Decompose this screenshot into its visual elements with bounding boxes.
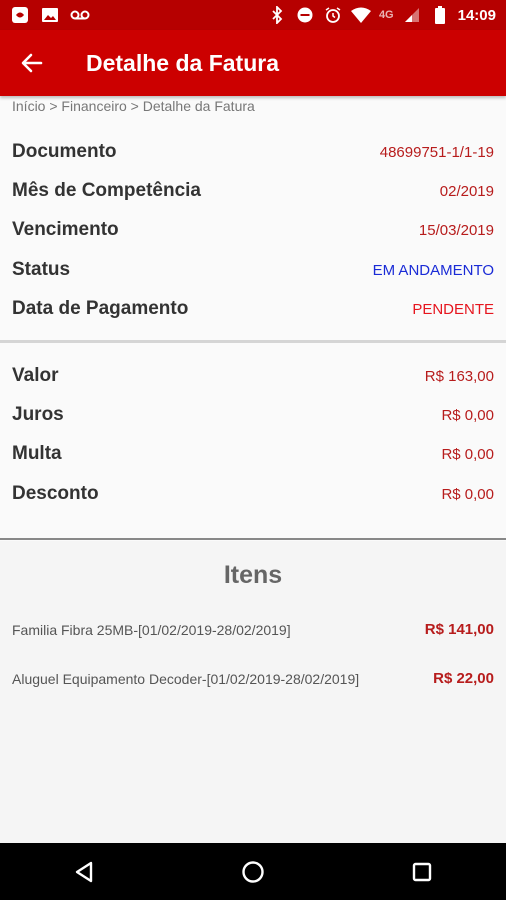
breadcrumb: Início > Financeiro > Detalhe da Fatura bbox=[12, 98, 255, 114]
clock: 14:09 bbox=[457, 6, 496, 24]
app-notification-icon bbox=[10, 6, 30, 24]
alarm-icon bbox=[323, 6, 343, 24]
amount-label: Juros bbox=[12, 404, 64, 425]
item-price: R$ 22,00 bbox=[433, 670, 494, 687]
bluetooth-icon bbox=[267, 6, 287, 24]
app-bar: Detalhe da Fatura bbox=[0, 30, 506, 96]
do-not-disturb-icon bbox=[295, 6, 315, 24]
amount-row-multa: Multa R$ 0,00 bbox=[12, 440, 494, 468]
amount-label: Desconto bbox=[12, 483, 99, 504]
triangle-back-icon bbox=[76, 861, 93, 882]
amount-value: R$ 0,00 bbox=[441, 485, 494, 503]
nav-back-button[interactable] bbox=[54, 843, 114, 900]
detail-row-status: Status EM ANDAMENTO bbox=[12, 256, 494, 284]
list-item: Familia Fibra 25MB-[01/02/2019-28/02/201… bbox=[12, 621, 494, 638]
amount-value: R$ 0,00 bbox=[441, 406, 494, 424]
nav-recents-button[interactable] bbox=[392, 843, 452, 900]
amount-row-valor: Valor R$ 163,00 bbox=[12, 362, 494, 390]
detail-label: Data de Pagamento bbox=[12, 298, 189, 319]
item-description: Aluguel Equipamento Decoder-[01/02/2019-… bbox=[12, 670, 360, 687]
voicemail-icon bbox=[70, 6, 90, 24]
detail-label: Vencimento bbox=[12, 219, 119, 240]
battery-icon bbox=[430, 6, 450, 24]
item-price: R$ 141,00 bbox=[424, 621, 494, 638]
amount-row-desconto: Desconto R$ 0,00 bbox=[12, 480, 494, 508]
system-nav-bar bbox=[0, 843, 506, 900]
amount-row-juros: Juros R$ 0,00 bbox=[12, 401, 494, 429]
image-notification-icon bbox=[40, 6, 60, 24]
cell-signal-icon bbox=[402, 6, 422, 24]
items-section: Itens Familia Fibra 25MB-[01/02/2019-28/… bbox=[0, 541, 506, 843]
detail-label: Mês de Competência bbox=[12, 180, 201, 201]
detail-row-documento: Documento 48699751-1/1-19 bbox=[12, 138, 494, 166]
nav-home-button[interactable] bbox=[223, 843, 283, 900]
detail-value: 48699751-1/1-19 bbox=[379, 143, 494, 161]
status-bar: 4G 14:09 bbox=[0, 0, 506, 30]
arrow-left-icon bbox=[21, 53, 43, 73]
detail-value: 02/2019 bbox=[439, 182, 494, 200]
status-badge: EM ANDAMENTO bbox=[372, 261, 494, 279]
list-item: Aluguel Equipamento Decoder-[01/02/2019-… bbox=[12, 670, 494, 687]
item-description: Familia Fibra 25MB-[01/02/2019-28/02/201… bbox=[12, 621, 291, 638]
wifi-icon bbox=[350, 6, 371, 24]
amount-value: R$ 0,00 bbox=[441, 445, 494, 463]
payment-status: PENDENTE bbox=[412, 300, 494, 318]
detail-label: Documento bbox=[12, 141, 117, 162]
items-title: Itens bbox=[223, 561, 283, 589]
detail-row-data-pagamento: Data de Pagamento PENDENTE bbox=[12, 295, 494, 323]
amount-label: Valor bbox=[12, 365, 59, 386]
network-type: 4G bbox=[378, 9, 394, 21]
section-divider bbox=[0, 340, 506, 343]
square-recents-icon bbox=[412, 862, 431, 881]
amount-label: Multa bbox=[12, 443, 62, 464]
detail-row-mes-competencia: Mês de Competência 02/2019 bbox=[12, 177, 494, 205]
circle-home-icon bbox=[242, 860, 264, 883]
detail-row-vencimento: Vencimento 15/03/2019 bbox=[12, 216, 494, 244]
back-button[interactable] bbox=[0, 30, 64, 96]
amount-value: R$ 163,00 bbox=[424, 367, 494, 385]
section-divider bbox=[0, 538, 506, 540]
page-title: Detalhe da Fatura bbox=[86, 49, 279, 76]
detail-value: 15/03/2019 bbox=[418, 221, 494, 239]
detail-label: Status bbox=[12, 259, 71, 280]
